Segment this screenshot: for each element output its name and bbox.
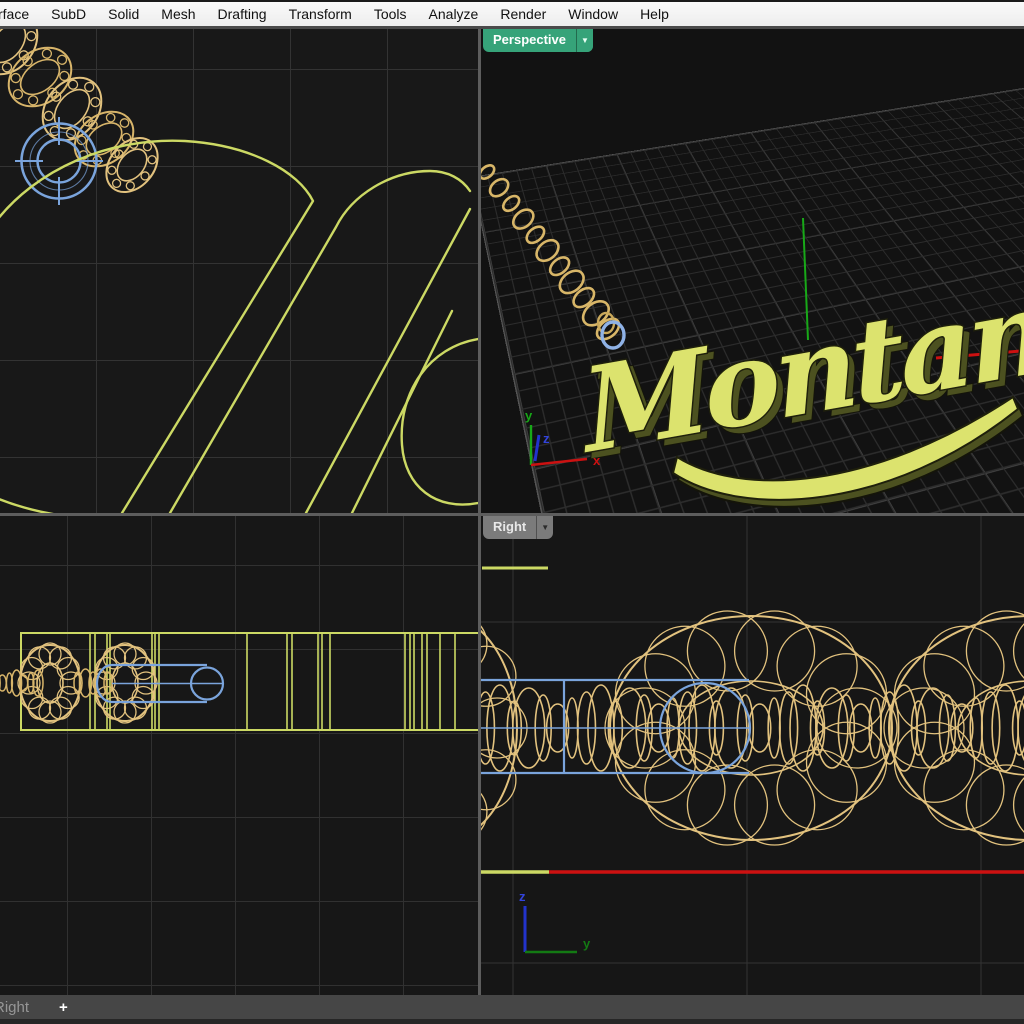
axis-label-x: x bbox=[593, 453, 601, 468]
menu-item-subd[interactable]: SubD bbox=[40, 6, 97, 22]
axis-label-z: z bbox=[519, 889, 526, 904]
menu-item-surface-partial[interactable]: rface bbox=[0, 6, 40, 22]
bottom-tab-right[interactable]: Right bbox=[0, 999, 29, 1016]
menu-item-window[interactable]: Window bbox=[557, 6, 629, 22]
chevron-down-icon[interactable]: ▼ bbox=[576, 29, 593, 52]
axis-label-y: y bbox=[583, 936, 591, 951]
menu-item-transform[interactable]: Transform bbox=[278, 6, 363, 22]
menu-item-drafting[interactable]: Drafting bbox=[207, 6, 278, 22]
axis-gizmo-right: z y bbox=[519, 889, 591, 952]
viewport-tab-label[interactable]: Perspective bbox=[483, 29, 576, 52]
menu-item-solid[interactable]: Solid bbox=[97, 6, 150, 22]
pendant-3d: Montana Montana bbox=[573, 252, 1024, 507]
viewport-splitter-vertical[interactable] bbox=[478, 29, 481, 995]
window-bottom-strip bbox=[0, 1019, 1024, 1024]
menu-bar: rface SubD Solid Mesh Drafting Transform… bbox=[0, 0, 1024, 26]
axis-label-z: z bbox=[543, 431, 550, 446]
menu-item-mesh[interactable]: Mesh bbox=[150, 6, 206, 22]
viewport-tab-perspective[interactable]: Perspective ▼ bbox=[483, 29, 593, 52]
rhino-window: rface SubD Solid Mesh Drafting Transform… bbox=[0, 0, 1024, 1024]
viewport-top-plan[interactable] bbox=[0, 29, 478, 513]
menu-item-help[interactable]: Help bbox=[629, 6, 680, 22]
menu-item-analyze[interactable]: Analyze bbox=[418, 6, 490, 22]
chain-link-torus-right-edge bbox=[884, 611, 1024, 845]
viewport-tab-label[interactable]: Right bbox=[483, 516, 536, 539]
viewport-right[interactable]: z y Right ▼ bbox=[481, 516, 1024, 995]
perspective-canvas: Montana Montana y z x bbox=[481, 29, 1024, 513]
right-canvas: z y bbox=[481, 516, 1024, 995]
axis-label-y: y bbox=[525, 408, 533, 423]
add-viewport-button[interactable]: + bbox=[59, 999, 68, 1016]
front-canvas bbox=[0, 516, 478, 995]
viewport-tab-right[interactable]: Right ▼ bbox=[483, 516, 553, 539]
menu-item-tools[interactable]: Tools bbox=[363, 6, 418, 22]
viewport-front-elevation[interactable] bbox=[0, 516, 478, 995]
viewport-perspective[interactable]: Montana Montana y z x Perspective ▼ bbox=[481, 29, 1024, 513]
chevron-down-icon[interactable]: ▼ bbox=[536, 516, 553, 539]
top-plan-canvas bbox=[0, 29, 478, 513]
bail-ring-wireframe bbox=[15, 117, 103, 205]
menu-item-render[interactable]: Render bbox=[489, 6, 557, 22]
viewport-tab-bar: Right + bbox=[0, 995, 1024, 1019]
